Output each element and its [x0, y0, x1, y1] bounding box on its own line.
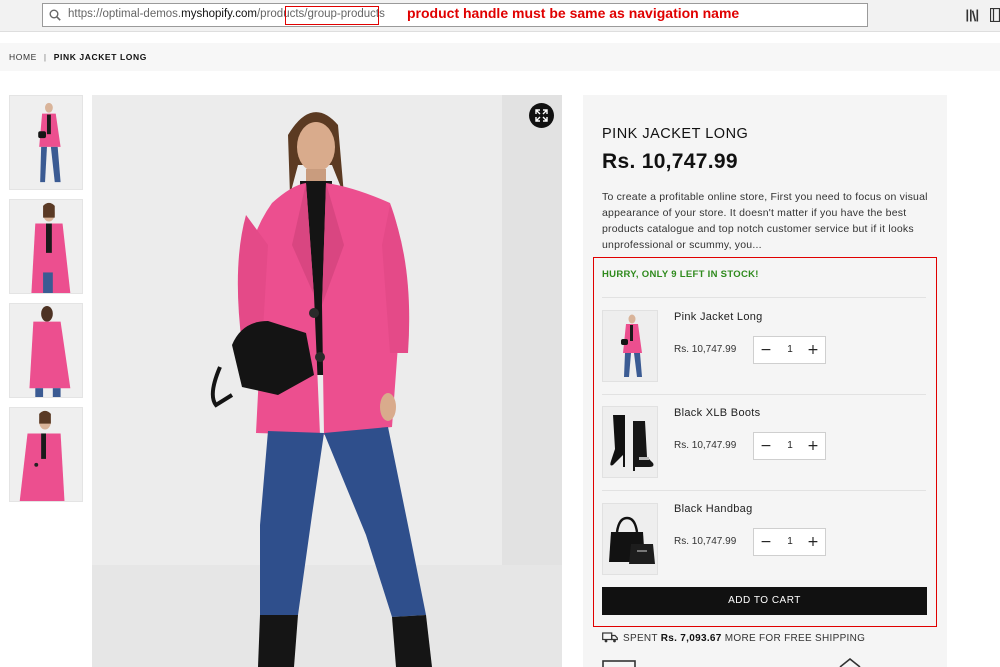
divider	[602, 297, 926, 298]
black-boots-icon	[603, 407, 657, 477]
thumbnail-front[interactable]	[9, 95, 83, 190]
quantity-input[interactable]: 1	[778, 433, 802, 459]
breadcrumb-home-link[interactable]: HOME	[9, 52, 37, 62]
item-price: Rs. 10,747.99	[674, 536, 737, 547]
search-icon	[49, 9, 61, 21]
quantity-decrease-button[interactable]: −	[755, 433, 777, 459]
shipping-suffix: MORE FOR FREE SHIPPING	[724, 633, 866, 644]
breadcrumb: HOME | PINK JACKET LONG	[9, 52, 147, 62]
item-image-black-handbag[interactable]	[602, 503, 658, 575]
model-side-thumbnail	[10, 408, 82, 501]
model-closeup-thumbnail	[10, 200, 82, 293]
quantity-input[interactable]: 1	[778, 529, 802, 555]
thumbnail-back[interactable]	[9, 303, 83, 398]
black-handbag-icon	[603, 504, 657, 574]
divider	[602, 394, 926, 395]
item-name[interactable]: Black Handbag	[674, 503, 753, 515]
item-price: Rs. 10,747.99	[674, 440, 737, 451]
model-back-thumbnail	[10, 304, 82, 397]
quantity-stepper: − 1 +	[753, 528, 826, 556]
handle-highlight-box	[285, 6, 379, 25]
model-front-thumbnail	[10, 96, 82, 189]
thumbnail-detail[interactable]	[9, 199, 83, 294]
item-name[interactable]: Black XLB Boots	[674, 407, 760, 419]
breadcrumb-bar: HOME | PINK JACKET LONG	[0, 43, 1000, 71]
breadcrumb-separator: |	[43, 52, 47, 62]
browser-toolbar: https://optimal-demos.myshopify.com/prod…	[0, 0, 1000, 32]
sidebar-icon[interactable]	[990, 8, 1000, 22]
library-icon[interactable]	[966, 9, 980, 22]
model-pink-jacket-illustration	[92, 95, 562, 667]
stock-message: HURRY, ONLY 9 LEFT IN STOCK!	[602, 269, 759, 280]
shipping-amount: Rs. 7,093.67	[660, 633, 722, 644]
expand-icon	[535, 109, 548, 122]
item-image-pink-jacket[interactable]	[602, 310, 658, 382]
item-name[interactable]: Pink Jacket Long	[674, 311, 763, 323]
product-description: To create a profitable online store, Fir…	[602, 191, 928, 251]
quantity-stepper: − 1 +	[753, 432, 826, 460]
fullscreen-button[interactable]	[529, 103, 554, 128]
quantity-increase-button[interactable]: +	[802, 529, 824, 555]
add-to-cart-button[interactable]: ADD TO CART	[602, 587, 927, 615]
shipping-prefix: SPENT	[623, 633, 658, 644]
main-product-image[interactable]	[92, 95, 562, 667]
pink-jacket-icon	[603, 311, 657, 381]
truck-icon	[602, 632, 618, 643]
quantity-decrease-button[interactable]: −	[755, 529, 777, 555]
quantity-increase-button[interactable]: +	[802, 433, 824, 459]
url-prefix: https://optimal-demos.	[68, 8, 182, 20]
delivery-icon	[602, 660, 636, 667]
item-price: Rs. 10,747.99	[674, 344, 737, 355]
thumbnail-side[interactable]	[9, 407, 83, 502]
free-shipping-message: SPENT Rs. 7,093.67 MORE FOR FREE SHIPPIN…	[602, 632, 865, 644]
url-host: myshopify.com	[181, 8, 257, 20]
item-image-black-boots[interactable]	[602, 406, 658, 478]
annotation-note: product handle must be same as navigatio…	[407, 5, 740, 21]
product-price: Rs. 10,747.99	[602, 150, 738, 173]
quantity-decrease-button[interactable]: −	[755, 337, 777, 363]
quantity-increase-button[interactable]: +	[802, 337, 824, 363]
quantity-input[interactable]: 1	[778, 337, 802, 363]
product-title: PINK JACKET LONG	[602, 126, 749, 142]
quantity-stepper: − 1 +	[753, 336, 826, 364]
divider	[602, 490, 926, 491]
breadcrumb-current: PINK JACKET LONG	[53, 52, 147, 62]
package-icon	[839, 658, 861, 667]
